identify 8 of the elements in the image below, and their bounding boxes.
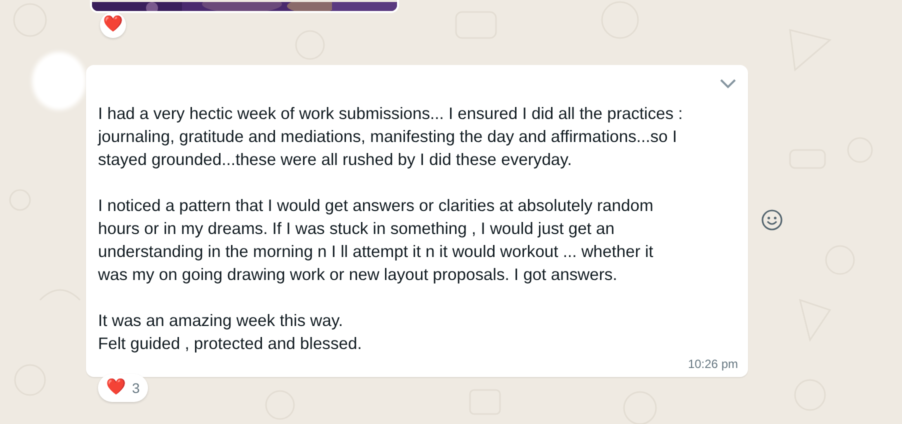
message-text: I noticed a pattern that I would get answers or clarities at absolutely random hours or in my dreams. If I was stuck in something , I would just get an understanding in the morning n I ll attempt it n it would workout ... whether it was my on going drawing work or new layout proposals. I got answers. [98, 195, 654, 286]
reaction-badge[interactable]: ❤ [100, 12, 126, 38]
message-time: 10:26 pm [688, 357, 738, 371]
message-text: It was an amazing week this way. Felt guided , protected and blessed. [98, 310, 363, 355]
message-text: I had a very hectic week of work submissions... I ensured I did all the practices : journaling, gratitude and mediations, manifesting the day and affirmations...so I stayed grounded...these were all rushed by I did these everyday. [98, 103, 684, 171]
smiley-icon[interactable] [761, 209, 783, 231]
chevron-down-icon[interactable] [720, 79, 736, 89]
reaction-badge[interactable]: ❤ 3 [98, 374, 148, 402]
